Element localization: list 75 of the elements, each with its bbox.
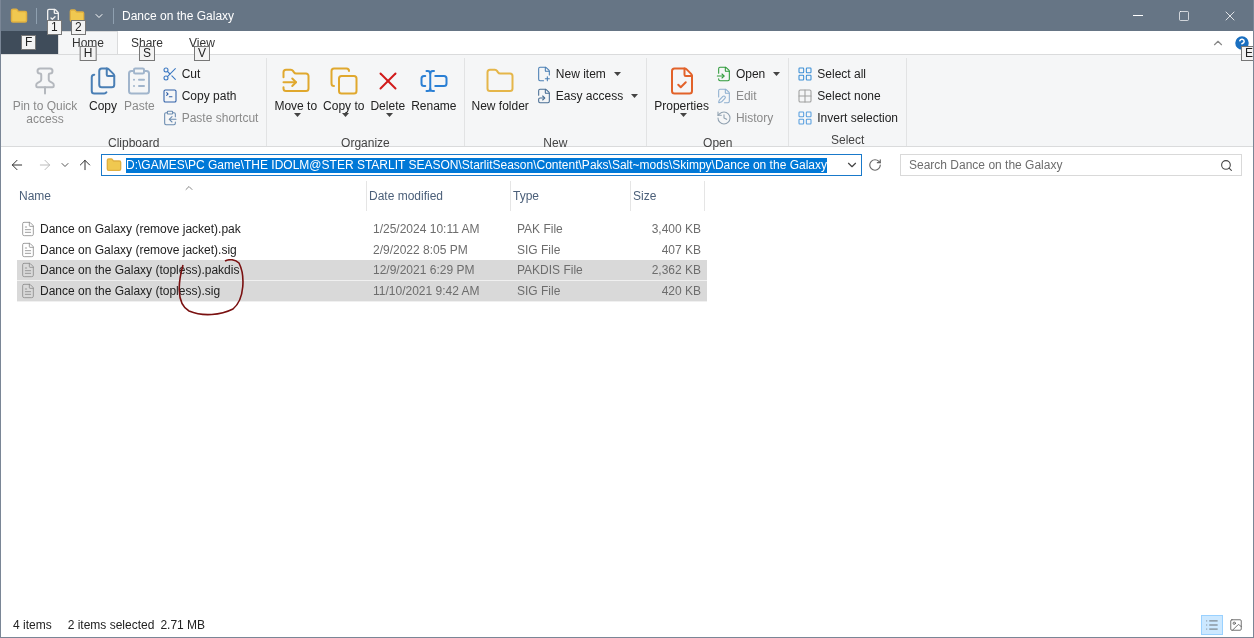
file-name: Dance on Galaxy (remove jacket).sig — [40, 241, 237, 259]
details-view-button[interactable] — [1201, 614, 1223, 635]
up-icon[interactable] — [77, 157, 93, 173]
size-cell-text: 420 KB — [660, 283, 702, 300]
ribbon-button[interactable]: Select all — [793, 63, 902, 85]
folder-icon — [10, 6, 28, 25]
file-name: Dance on Galaxy (remove jacket).pak — [40, 220, 241, 238]
column-header[interactable]: Type — [511, 181, 631, 211]
column-header[interactable]: Size — [631, 181, 705, 211]
keytip: S — [139, 45, 156, 61]
file-icon — [20, 241, 36, 258]
back-icon[interactable] — [9, 157, 25, 173]
folder-icon — [106, 157, 122, 173]
file-row[interactable]: Dance on Galaxy (remove jacket).pak 1/25/2024 10:11 AM PAK File 3,400 KB — [17, 218, 707, 239]
item-count: 4 items — [13, 616, 52, 634]
selection-size: 2.71 MB — [160, 616, 206, 634]
file-icon — [20, 262, 36, 278]
group-label: Select — [830, 132, 865, 149]
window-title: Dance on the Galaxy — [122, 7, 235, 25]
open-icon — [715, 66, 732, 82]
size-cell-text: 3,400 KB — [650, 220, 702, 238]
list-icon — [1205, 617, 1219, 632]
size-cell-text: 407 KB — [660, 241, 702, 259]
address-path: D:\GAMES\PC Game\THE IDOLM@STER STARLIT SEASON\StarlitSeason\Content\Paks\Salt~mods\Skimpy\Dance on the Galaxy — [126, 157, 827, 173]
history-icon — [715, 110, 732, 126]
copy-icon — [88, 66, 118, 96]
address-field[interactable]: D:\GAMES\PC Game\THE IDOLM@STER STARLIT SEASON\StarlitSeason\Content\Paks\Salt~mods\Skimpy\Dance on the Galaxy — [101, 154, 862, 176]
ribbon-button[interactable]: Copy path — [157, 85, 263, 107]
keytip: F — [21, 35, 37, 50]
refresh-icon[interactable] — [868, 158, 882, 172]
ribbon-button[interactable]: Select none — [793, 85, 902, 107]
column-header[interactable]: Date modified — [367, 181, 511, 211]
date-cell-text: 11/10/2021 9:42 AM — [372, 283, 481, 300]
date-cell-text: 1/25/2024 10:11 AM — [372, 220, 481, 238]
new-item-icon — [535, 66, 552, 82]
ribbon-button[interactable]: Easy access — [531, 85, 643, 107]
ribbon-button[interactable]: Rename — [408, 62, 460, 140]
ribbon-button[interactable]: Invert selection — [793, 107, 902, 129]
group-label: Open — [703, 135, 733, 152]
ribbon-button[interactable]: Open — [711, 63, 785, 85]
ribbon-button[interactable]: Move to — [271, 62, 321, 140]
keytip: H — [79, 46, 97, 61]
file-tab[interactable]: F — [1, 31, 58, 54]
date-cell-text: 12/9/2021 6:29 PM — [372, 262, 476, 279]
image-icon — [1229, 617, 1243, 632]
select-none-icon — [797, 88, 814, 104]
selection-count: 2 items selected — [67, 616, 155, 634]
select-all-icon — [797, 66, 814, 82]
copy-path-icon — [161, 88, 178, 104]
group-label: Clipboard — [108, 135, 160, 152]
minimize-icon — [1133, 15, 1143, 16]
keytip: 1 — [47, 19, 62, 35]
search-field[interactable]: Search Dance on the Galaxy — [900, 154, 1242, 176]
type-cell-text: PAKDIS File — [516, 262, 584, 279]
type-cell-text: SIG File — [516, 241, 562, 259]
type-cell-text: PAK File — [516, 220, 564, 238]
ribbon-button[interactable]: New item — [531, 63, 643, 85]
invert-selection-icon — [797, 110, 814, 126]
easy-access-icon — [535, 88, 552, 104]
ribbon-button[interactable]: Cut — [157, 63, 263, 85]
search-icon — [1220, 158, 1233, 172]
date-cell-text: 2/9/2022 8:05 PM — [372, 241, 469, 259]
type-cell-text: SIG File — [516, 283, 562, 300]
group-label: New — [543, 135, 568, 152]
shortcut-icon — [161, 110, 178, 126]
column-header[interactable]: Name — [17, 181, 367, 211]
scissors-icon — [161, 66, 178, 82]
file-icon — [20, 220, 36, 237]
maximize-icon — [1178, 9, 1190, 22]
folder-copy-icon — [328, 66, 359, 96]
edit-icon — [715, 88, 732, 104]
file-row[interactable]: Dance on Galaxy (remove jacket).sig 2/9/2022 8:05 PM SIG File 407 KB — [17, 239, 707, 260]
ribbon-button[interactable]: New folder — [468, 62, 532, 140]
file-icon — [20, 283, 36, 299]
size-cell-text: 2,362 KB — [650, 262, 702, 279]
